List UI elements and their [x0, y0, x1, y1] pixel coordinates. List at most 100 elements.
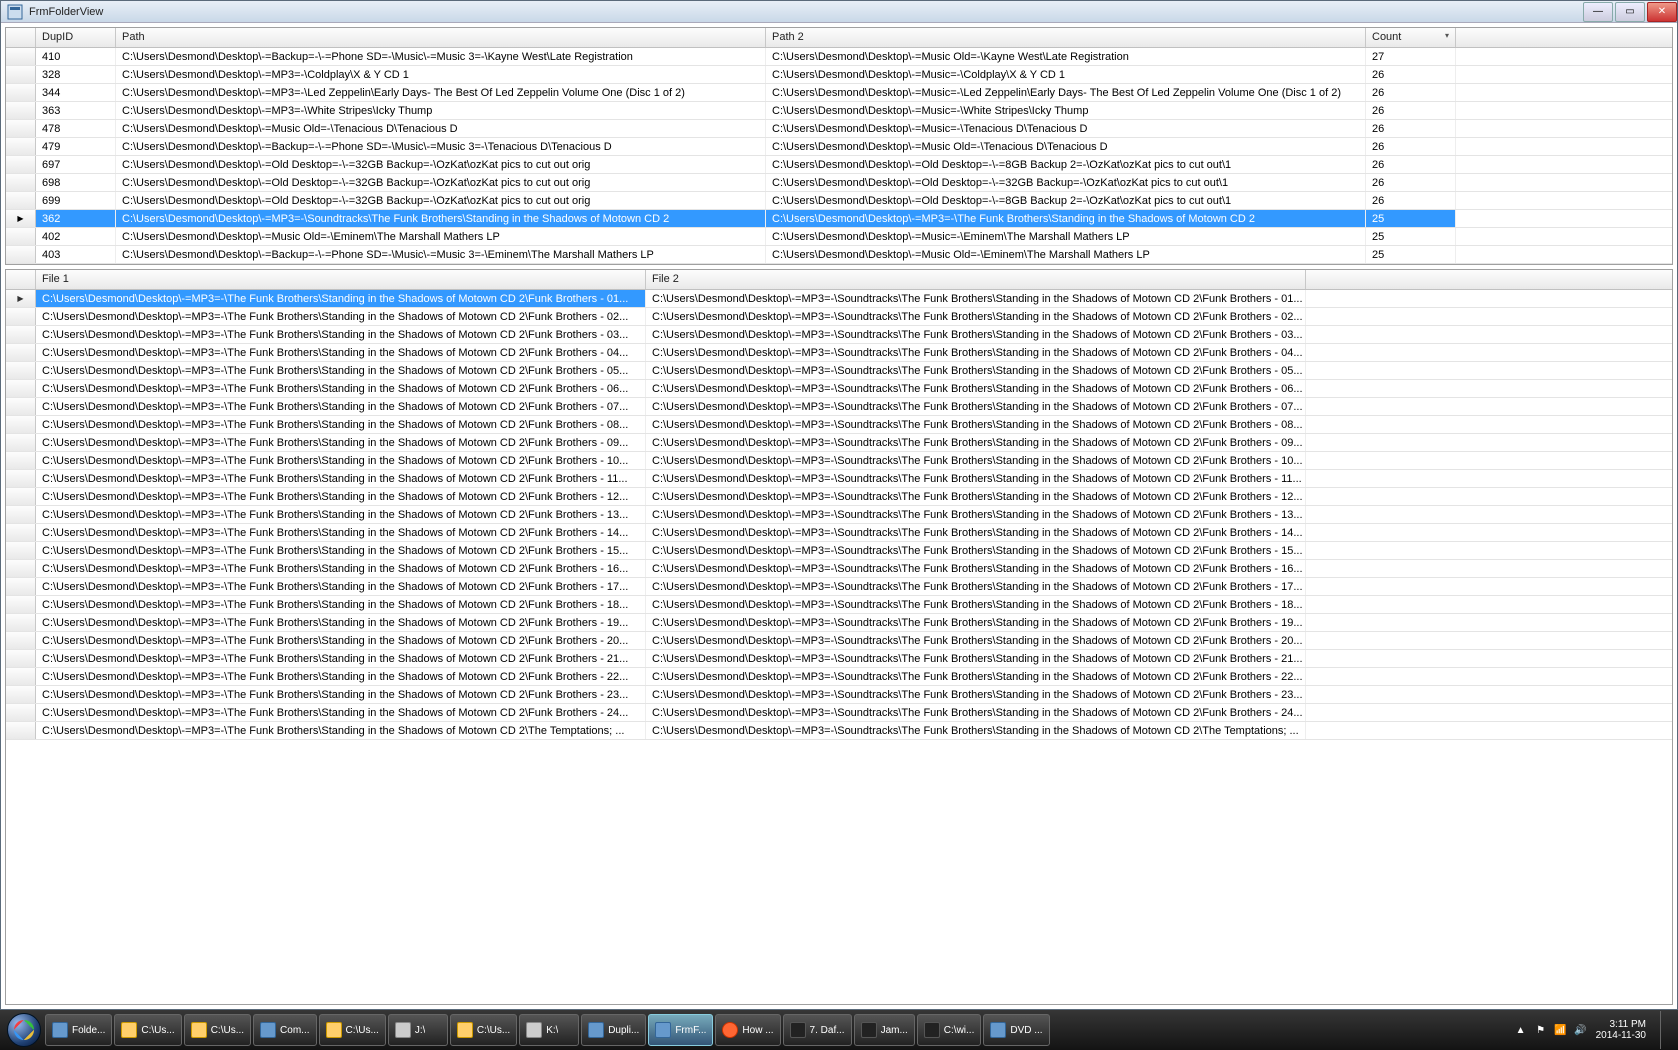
cell-dupid[interactable]: 699 — [36, 192, 116, 209]
row-header[interactable] — [6, 210, 36, 227]
cell-path2[interactable]: C:\Users\Desmond\Desktop\-=Music=-\Tenac… — [766, 120, 1366, 137]
cell-file2[interactable]: C:\Users\Desmond\Desktop\-=MP3=-\Soundtr… — [646, 596, 1306, 613]
cell-count[interactable]: 27 — [1366, 48, 1456, 65]
cell-file1[interactable]: C:\Users\Desmond\Desktop\-=MP3=-\The Fun… — [36, 668, 646, 685]
row-header[interactable] — [6, 614, 36, 631]
table-row[interactable]: C:\Users\Desmond\Desktop\-=MP3=-\The Fun… — [6, 308, 1672, 326]
table-row[interactable]: 699C:\Users\Desmond\Desktop\-=Old Deskto… — [6, 192, 1672, 210]
start-button[interactable] — [4, 1010, 44, 1050]
cell-count[interactable]: 25 — [1366, 228, 1456, 245]
cell-file2[interactable]: C:\Users\Desmond\Desktop\-=MP3=-\Soundtr… — [646, 380, 1306, 397]
table-row[interactable]: C:\Users\Desmond\Desktop\-=MP3=-\The Fun… — [6, 560, 1672, 578]
table-row[interactable]: 410C:\Users\Desmond\Desktop\-=Backup=-\-… — [6, 48, 1672, 66]
cell-dupid[interactable]: 402 — [36, 228, 116, 245]
cell-file1[interactable]: C:\Users\Desmond\Desktop\-=MP3=-\The Fun… — [36, 326, 646, 343]
table-row[interactable]: 698C:\Users\Desmond\Desktop\-=Old Deskto… — [6, 174, 1672, 192]
row-header[interactable] — [6, 308, 36, 325]
cell-file2[interactable]: C:\Users\Desmond\Desktop\-=MP3=-\Soundtr… — [646, 344, 1306, 361]
cell-file2[interactable]: C:\Users\Desmond\Desktop\-=MP3=-\Soundtr… — [646, 398, 1306, 415]
taskbar-button[interactable]: FrmF... — [648, 1014, 713, 1046]
table-row[interactable]: C:\Users\Desmond\Desktop\-=MP3=-\The Fun… — [6, 704, 1672, 722]
row-header[interactable] — [6, 686, 36, 703]
row-header[interactable] — [6, 66, 36, 83]
cell-path2[interactable]: C:\Users\Desmond\Desktop\-=Music=-\Coldp… — [766, 66, 1366, 83]
row-header[interactable] — [6, 704, 36, 721]
cell-file2[interactable]: C:\Users\Desmond\Desktop\-=MP3=-\Soundtr… — [646, 650, 1306, 667]
table-row[interactable]: C:\Users\Desmond\Desktop\-=MP3=-\The Fun… — [6, 344, 1672, 362]
taskbar-button[interactable]: DVD ... — [983, 1014, 1049, 1046]
cell-file1[interactable]: C:\Users\Desmond\Desktop\-=MP3=-\The Fun… — [36, 722, 646, 739]
cell-file1[interactable]: C:\Users\Desmond\Desktop\-=MP3=-\The Fun… — [36, 452, 646, 469]
volume-icon[interactable]: 🔊 — [1574, 1023, 1588, 1037]
row-header[interactable] — [6, 102, 36, 119]
cell-file2[interactable]: C:\Users\Desmond\Desktop\-=MP3=-\Soundtr… — [646, 614, 1306, 631]
table-row[interactable]: 403C:\Users\Desmond\Desktop\-=Backup=-\-… — [6, 246, 1672, 264]
cell-path[interactable]: C:\Users\Desmond\Desktop\-=Backup=-\-=Ph… — [116, 246, 766, 263]
row-header[interactable] — [6, 398, 36, 415]
cell-file1[interactable]: C:\Users\Desmond\Desktop\-=MP3=-\The Fun… — [36, 434, 646, 451]
cell-count[interactable]: 26 — [1366, 66, 1456, 83]
cell-dupid[interactable]: 698 — [36, 174, 116, 191]
row-header[interactable] — [6, 228, 36, 245]
cell-file2[interactable]: C:\Users\Desmond\Desktop\-=MP3=-\Soundtr… — [646, 668, 1306, 685]
table-row[interactable]: C:\Users\Desmond\Desktop\-=MP3=-\The Fun… — [6, 650, 1672, 668]
table-row[interactable]: C:\Users\Desmond\Desktop\-=MP3=-\The Fun… — [6, 722, 1672, 740]
cell-file2[interactable]: C:\Users\Desmond\Desktop\-=MP3=-\Soundtr… — [646, 488, 1306, 505]
cell-dupid[interactable]: 344 — [36, 84, 116, 101]
table-row[interactable]: C:\Users\Desmond\Desktop\-=MP3=-\The Fun… — [6, 362, 1672, 380]
column-path[interactable]: Path — [116, 28, 766, 47]
table-row[interactable]: 363C:\Users\Desmond\Desktop\-=MP3=-\Whit… — [6, 102, 1672, 120]
cell-path2[interactable]: C:\Users\Desmond\Desktop\-=Music Old=-\K… — [766, 48, 1366, 65]
row-header[interactable] — [6, 362, 36, 379]
table-row[interactable]: C:\Users\Desmond\Desktop\-=MP3=-\The Fun… — [6, 686, 1672, 704]
taskbar-button[interactable]: Dupli... — [581, 1014, 646, 1046]
cell-dupid[interactable]: 363 — [36, 102, 116, 119]
row-header[interactable] — [6, 246, 36, 263]
taskbar-button[interactable]: Folde... — [45, 1014, 112, 1046]
cell-count[interactable]: 26 — [1366, 156, 1456, 173]
cell-dupid[interactable]: 403 — [36, 246, 116, 263]
taskbar-button[interactable]: How ... — [715, 1014, 780, 1046]
cell-file1[interactable]: C:\Users\Desmond\Desktop\-=MP3=-\The Fun… — [36, 344, 646, 361]
table-row[interactable]: 697C:\Users\Desmond\Desktop\-=Old Deskto… — [6, 156, 1672, 174]
cell-path2[interactable]: C:\Users\Desmond\Desktop\-=MP3=-\The Fun… — [766, 210, 1366, 227]
cell-file1[interactable]: C:\Users\Desmond\Desktop\-=MP3=-\The Fun… — [36, 362, 646, 379]
cell-file1[interactable]: C:\Users\Desmond\Desktop\-=MP3=-\The Fun… — [36, 488, 646, 505]
cell-file1[interactable]: C:\Users\Desmond\Desktop\-=MP3=-\The Fun… — [36, 380, 646, 397]
cell-path[interactable]: C:\Users\Desmond\Desktop\-=Old Desktop=-… — [116, 156, 766, 173]
table-row[interactable]: C:\Users\Desmond\Desktop\-=MP3=-\The Fun… — [6, 632, 1672, 650]
cell-file2[interactable]: C:\Users\Desmond\Desktop\-=MP3=-\Soundtr… — [646, 578, 1306, 595]
cell-file2[interactable]: C:\Users\Desmond\Desktop\-=MP3=-\Soundtr… — [646, 560, 1306, 577]
cell-file2[interactable]: C:\Users\Desmond\Desktop\-=MP3=-\Soundtr… — [646, 416, 1306, 433]
table-row[interactable]: C:\Users\Desmond\Desktop\-=MP3=-\The Fun… — [6, 614, 1672, 632]
taskbar[interactable]: Folde...C:\Us...C:\Us...Com...C:\Us...J:… — [0, 1010, 1678, 1050]
folders-grid-body[interactable]: 410C:\Users\Desmond\Desktop\-=Backup=-\-… — [6, 48, 1672, 264]
show-desktop-button[interactable] — [1660, 1011, 1670, 1049]
cell-count[interactable]: 26 — [1366, 174, 1456, 191]
cell-count[interactable]: 26 — [1366, 120, 1456, 137]
table-row[interactable]: C:\Users\Desmond\Desktop\-=MP3=-\The Fun… — [6, 434, 1672, 452]
cell-file1[interactable]: C:\Users\Desmond\Desktop\-=MP3=-\The Fun… — [36, 560, 646, 577]
row-header[interactable] — [6, 452, 36, 469]
cell-file2[interactable]: C:\Users\Desmond\Desktop\-=MP3=-\Soundtr… — [646, 290, 1306, 307]
cell-path[interactable]: C:\Users\Desmond\Desktop\-=MP3=-\Soundtr… — [116, 210, 766, 227]
cell-dupid[interactable]: 328 — [36, 66, 116, 83]
row-header[interactable] — [6, 524, 36, 541]
table-row[interactable]: C:\Users\Desmond\Desktop\-=MP3=-\The Fun… — [6, 488, 1672, 506]
cell-path2[interactable]: C:\Users\Desmond\Desktop\-=Music=-\Led Z… — [766, 84, 1366, 101]
table-row[interactable]: 402C:\Users\Desmond\Desktop\-=Music Old=… — [6, 228, 1672, 246]
minimize-button[interactable]: — — [1583, 2, 1613, 22]
row-header[interactable] — [6, 596, 36, 613]
column-dupid[interactable]: DupID — [36, 28, 116, 47]
clock[interactable]: 3:11 PM 2014-11-30 — [1596, 1019, 1646, 1041]
files-grid-body[interactable]: ▶C:\Users\Desmond\Desktop\-=MP3=-\The Fu… — [6, 290, 1672, 1004]
row-header[interactable] — [6, 174, 36, 191]
cell-path[interactable]: C:\Users\Desmond\Desktop\-=MP3=-\Led Zep… — [116, 84, 766, 101]
row-header[interactable] — [6, 84, 36, 101]
close-button[interactable]: ✕ — [1647, 2, 1677, 22]
cell-file2[interactable]: C:\Users\Desmond\Desktop\-=MP3=-\Soundtr… — [646, 704, 1306, 721]
row-header[interactable] — [6, 138, 36, 155]
cell-file1[interactable]: C:\Users\Desmond\Desktop\-=MP3=-\The Fun… — [36, 398, 646, 415]
maximize-button[interactable]: ▭ — [1615, 2, 1645, 22]
taskbar-button[interactable]: J:\ — [388, 1014, 448, 1046]
